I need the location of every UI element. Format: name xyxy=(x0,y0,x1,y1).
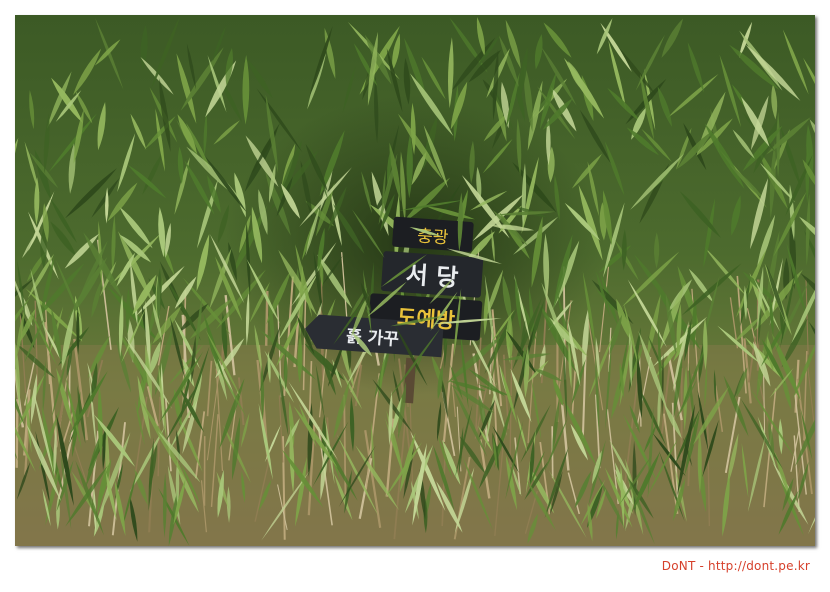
bamboo-scene: 충광 서 당 도예방 흙 가꾸 xyxy=(15,15,815,546)
bamboo-photo: 충광 서 당 도예방 흙 가꾸 xyxy=(15,15,815,546)
photo-caption: DoNT - http://dont.pe.kr xyxy=(661,559,810,573)
